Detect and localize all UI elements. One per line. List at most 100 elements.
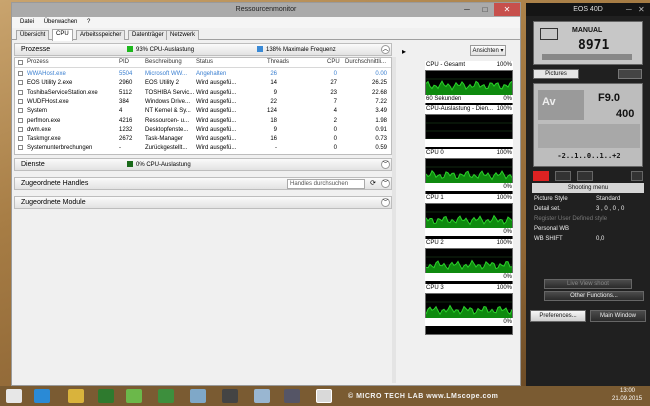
menu-monitor[interactable]: Überwachen xyxy=(44,19,78,25)
minimize-button[interactable]: ─ xyxy=(458,3,476,16)
table-row[interactable]: dwm.exe 1232 Desktopfenste... Wird ausgefü.… xyxy=(15,125,391,134)
search-icon[interactable]: ⟳ xyxy=(368,179,378,189)
tab-strip: Übersicht CPU Arbeitsspeicher Datenträge… xyxy=(12,28,520,41)
table-row[interactable]: perfmon.exe 4216 Ressourcen- u... Wird ausg… xyxy=(15,116,391,125)
clock-date[interactable]: 21.09.2015 xyxy=(612,396,642,403)
processes-header[interactable]: Prozesse 93% CPU-Auslastung 138% Maximal… xyxy=(14,43,392,56)
graph-label: CPU 2 xyxy=(426,240,444,246)
services-label: Dienste xyxy=(21,161,45,168)
iso-value[interactable]: 400 xyxy=(616,108,634,120)
col-process[interactable]: Prozess xyxy=(27,58,49,67)
store-icon[interactable] xyxy=(126,389,142,403)
shooting-menu-item[interactable]: Register User Defined style xyxy=(532,215,644,224)
tab-disk[interactable]: Datenträger xyxy=(128,30,168,40)
shooting-menu-item[interactable]: Picture Style Standard xyxy=(532,195,644,204)
row-checkbox[interactable] xyxy=(18,126,23,132)
row-checkbox[interactable] xyxy=(18,136,23,142)
table-cell: Windows Drive... xyxy=(145,98,191,105)
views-button[interactable]: Ansichten ▾ xyxy=(470,45,506,56)
table-cell: Wird ausgefü... xyxy=(196,117,237,124)
row-checkbox[interactable] xyxy=(18,98,23,104)
title-bar[interactable]: Ressourcenmonitor ─ □ ✕ xyxy=(12,3,520,17)
mode-dial-box[interactable]: Av xyxy=(538,90,584,120)
start-icon[interactable] xyxy=(6,389,22,403)
table-cell: - xyxy=(275,145,277,152)
pane-splitter[interactable] xyxy=(392,57,396,383)
network-icon[interactable] xyxy=(254,389,270,403)
graph-footer: 0% xyxy=(425,183,513,191)
expand-chevron-icon[interactable]: ﹀ xyxy=(381,160,390,169)
shooting-tab-icon[interactable] xyxy=(533,171,549,181)
services-header[interactable]: Dienste 0% CPU-Auslastung ﹀ xyxy=(14,158,392,171)
expand-chevron-icon[interactable]: ﹀ xyxy=(381,198,390,207)
table-row[interactable]: WWAHost.exe 5504 Microsoft WW... Angehalten… xyxy=(15,69,391,78)
menu-item-label: WB SHIFT xyxy=(534,236,563,242)
eos-utility-taskbar-icon[interactable] xyxy=(222,389,238,403)
tab-overview[interactable]: Übersicht xyxy=(16,30,50,40)
other-functions-button[interactable]: Other Functions... xyxy=(544,291,644,301)
tab-cpu[interactable]: CPU xyxy=(52,29,73,41)
clock-time[interactable]: 13:00 xyxy=(620,388,635,395)
table-row[interactable]: Systemunterbrechungen - Zurückgestellt... W… xyxy=(15,143,391,152)
select-all-checkbox[interactable] xyxy=(18,60,23,65)
handles-label: Zugeordnete Handles xyxy=(21,180,89,187)
row-checkbox[interactable] xyxy=(18,108,23,114)
excel-icon[interactable] xyxy=(158,389,174,403)
handles-header[interactable]: Zugeordnete Handles Handles durchsuchen … xyxy=(14,177,392,190)
modules-label: Zugeordnete Module xyxy=(21,199,86,206)
shooting-menu-item[interactable]: Personal WB xyxy=(532,225,644,234)
table-row[interactable]: System 4 NT Kernel & Sy... Wird ausgefü... 1… xyxy=(15,106,391,115)
settings-tab-icon[interactable] xyxy=(555,171,571,181)
settings-grid[interactable] xyxy=(538,124,640,148)
collapse-right-pane-icon[interactable]: ▸ xyxy=(402,47,411,56)
tab-memory[interactable]: Arbeitsspeicher xyxy=(76,30,126,40)
col-threads[interactable]: Threads xyxy=(267,58,289,67)
media-icon[interactable] xyxy=(98,389,114,403)
collapse-chevron-icon[interactable]: ︿ xyxy=(381,45,390,54)
row-checkbox[interactable] xyxy=(18,89,23,95)
preferences-button[interactable]: Preferences... xyxy=(530,310,586,322)
eos-minimize-icon[interactable]: ─ xyxy=(626,5,632,14)
remote-desktop-icon[interactable] xyxy=(190,389,206,403)
main-window-button[interactable]: Main Window xyxy=(590,310,646,322)
row-checkbox[interactable] xyxy=(18,117,23,123)
maximize-button[interactable]: □ xyxy=(476,3,494,16)
shooting-menu-item[interactable]: Detail set. 3 , 0 , 0 , 0 xyxy=(532,205,644,214)
file-explorer-icon[interactable] xyxy=(68,389,84,403)
row-checkbox[interactable] xyxy=(18,71,23,76)
table-row[interactable]: EOS Utility 2.exe 2960 EOS Utility 2 Wird a… xyxy=(15,78,391,87)
table-row[interactable]: ToshibaServiceStation.exe 5112 TOSHIBA Ser… xyxy=(15,88,391,97)
aperture-value[interactable]: F9.0 xyxy=(598,92,620,104)
row-checkbox[interactable] xyxy=(18,145,23,151)
graph-footer: 0% xyxy=(425,228,513,236)
camera-settings-tab-icon[interactable] xyxy=(577,171,593,181)
timer-tab-icon[interactable] xyxy=(631,171,643,181)
tab-network[interactable]: Netzwerk xyxy=(166,30,200,40)
resource-monitor-taskbar-icon[interactable] xyxy=(316,389,332,403)
pictures-button[interactable]: Pictures xyxy=(533,69,579,79)
menu-file[interactable]: Datei xyxy=(20,19,34,25)
col-cpu[interactable]: CPU xyxy=(327,58,340,67)
row-checkbox[interactable] xyxy=(18,80,23,86)
browser-icon[interactable] xyxy=(34,389,50,403)
menu-help[interactable]: ? xyxy=(87,19,90,25)
live-view-button[interactable]: Live View shoot xyxy=(544,279,632,289)
graph-footer: 0% xyxy=(425,273,513,281)
table-cell: 0.91 xyxy=(375,126,387,133)
col-pid[interactable]: PID xyxy=(119,58,129,67)
table-cell: 1.98 xyxy=(375,117,387,124)
table-row[interactable]: WUDFHost.exe 384 Windows Drive... Wird ausg… xyxy=(15,97,391,106)
col-average[interactable]: Durchschnittli... xyxy=(345,58,386,67)
modules-header[interactable]: Zugeordnete Module ﹀ xyxy=(14,196,392,209)
handles-search-input[interactable]: Handles durchsuchen xyxy=(287,179,365,189)
camera-app-icon[interactable] xyxy=(284,389,300,403)
col-status[interactable]: Status xyxy=(196,58,213,67)
transfer-icon[interactable] xyxy=(618,69,642,79)
table-row[interactable]: Taskmgr.exe 2672 Task-Manager Wird ausgefü.… xyxy=(15,134,391,143)
shooting-menu-item[interactable]: WB SHIFT 0,0 xyxy=(532,235,644,244)
graph-max-label: 100% xyxy=(496,195,512,201)
expand-chevron-icon[interactable]: ﹀ xyxy=(381,179,390,188)
eos-close-icon[interactable]: ✕ xyxy=(638,5,645,14)
col-description[interactable]: Beschreibung xyxy=(145,58,182,67)
close-button[interactable]: ✕ xyxy=(494,3,520,16)
